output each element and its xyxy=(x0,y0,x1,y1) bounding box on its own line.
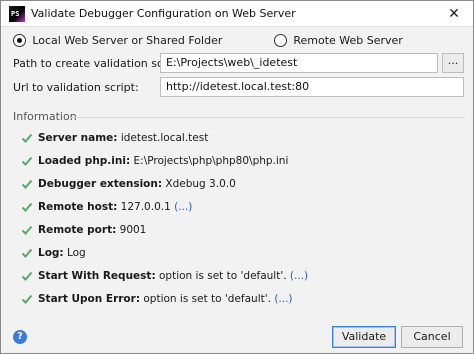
validate-button[interactable]: Validate xyxy=(332,326,396,348)
information-value: 9001 xyxy=(119,224,147,236)
information-key: Remote host: xyxy=(38,201,118,213)
check-icon xyxy=(21,156,33,166)
check-icon xyxy=(21,248,33,258)
help-icon[interactable]: ? xyxy=(13,330,27,344)
details-link[interactable]: (...) xyxy=(274,293,292,305)
check-icon xyxy=(21,294,33,304)
information-value: 127.0.0.1 xyxy=(120,201,171,213)
information-separator xyxy=(71,117,465,118)
information-key: Log: xyxy=(38,247,64,259)
dialog-window: PS Validate Debugger Configuration on We… xyxy=(0,0,474,354)
details-link[interactable]: (...) xyxy=(174,201,192,213)
check-icon xyxy=(21,133,33,143)
check-icon xyxy=(21,179,33,189)
information-row: Start Upon Error: option is set to 'defa… xyxy=(21,293,293,309)
phpstorm-app-icon: PS xyxy=(9,6,25,22)
radio-remote-web-server[interactable]: Remote Web Server xyxy=(274,34,403,50)
cancel-button[interactable]: Cancel xyxy=(401,326,463,348)
information-key: Loaded php.ini: xyxy=(38,155,131,167)
information-value: E:\Projects\php\php80\php.ini xyxy=(133,155,289,167)
close-button[interactable]: ✕ xyxy=(441,4,467,24)
information-value: option is set to 'default'. xyxy=(158,270,287,282)
path-input[interactable]: E:\Projects\web\_idetest xyxy=(160,53,438,73)
information-row: Log: Log xyxy=(21,247,86,263)
radio-selected-icon[interactable] xyxy=(13,34,26,47)
url-label: Url to validation script: xyxy=(13,81,139,94)
title-bar: PS Validate Debugger Configuration on We… xyxy=(1,1,473,27)
information-value: option is set to 'default'. xyxy=(143,293,271,305)
information-value: Xdebug 3.0.0 xyxy=(165,178,236,190)
information-key: Server name: xyxy=(38,132,118,144)
information-row: Debugger extension: Xdebug 3.0.0 xyxy=(21,178,236,194)
information-row: Remote port: 9001 xyxy=(21,224,146,240)
information-row: Loaded php.ini: E:\Projects\php\php80\ph… xyxy=(21,155,288,171)
check-icon xyxy=(21,271,33,281)
information-key: Start Upon Error: xyxy=(38,293,141,305)
radio-remote-label: Remote Web Server xyxy=(293,34,403,47)
information-row: Remote host: 127.0.0.1 (...) xyxy=(21,201,192,217)
radio-local-label: Local Web Server or Shared Folder xyxy=(32,34,223,47)
information-row: Server name: idetest.local.test xyxy=(21,132,208,148)
information-value: Log xyxy=(66,247,86,259)
check-icon xyxy=(21,202,33,212)
information-key: Debugger extension: xyxy=(38,178,163,190)
browse-button[interactable]: ... xyxy=(442,53,464,73)
url-input[interactable]: http://idetest.local.test:80 xyxy=(160,77,464,97)
information-header: Information xyxy=(13,110,77,123)
information-row: Start With Request: option is set to 'de… xyxy=(21,270,308,286)
information-key: Start With Request: xyxy=(38,270,156,282)
information-key: Remote port: xyxy=(38,224,117,236)
details-link[interactable]: (...) xyxy=(290,270,308,282)
dialog-title: Validate Debugger Configuration on Web S… xyxy=(31,7,296,20)
radio-unselected-icon[interactable] xyxy=(274,34,287,47)
check-icon xyxy=(21,225,33,235)
information-value: idetest.local.test xyxy=(120,132,209,144)
radio-local-web-server[interactable]: Local Web Server or Shared Folder xyxy=(13,34,222,50)
